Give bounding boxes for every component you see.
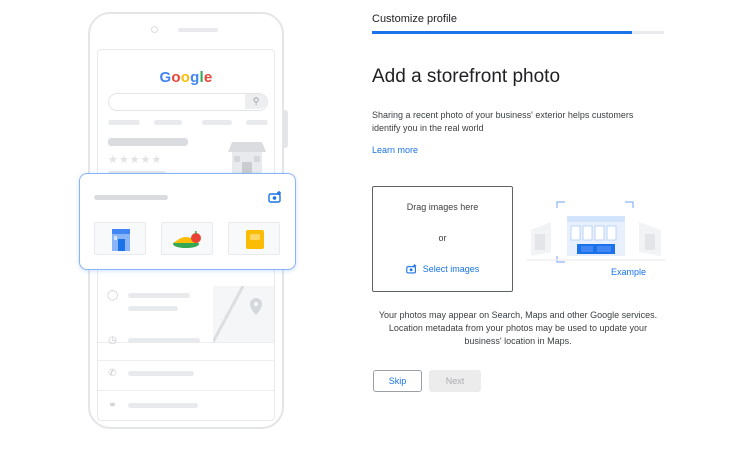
step-label: Customize profile	[372, 13, 457, 25]
page-description: Sharing a recent photo of your business'…	[372, 110, 634, 133]
storefront-thumb	[94, 222, 146, 255]
illustration-searchbar: ⚲	[108, 93, 268, 111]
phone-side-button	[284, 110, 288, 148]
image-dropzone[interactable]: Drag images here or Select images	[372, 186, 513, 292]
learn-more-link[interactable]: Learn more	[372, 145, 418, 155]
phone-speaker	[178, 28, 218, 32]
placeholder-line	[128, 338, 200, 343]
privacy-notice: Your photos may appear on Search, Maps a…	[378, 310, 658, 346]
next-button[interactable]: Next	[429, 370, 481, 392]
food-thumb	[161, 222, 213, 255]
logo-letter: G	[159, 69, 172, 86]
placeholder-line	[94, 195, 168, 200]
select-images-label: Select images	[422, 264, 480, 274]
placeholder-line	[154, 120, 182, 125]
or-text: or	[438, 233, 447, 243]
product-thumb	[228, 222, 280, 255]
logo-letter: e	[203, 69, 213, 86]
google-logo: Google	[98, 69, 274, 86]
placeholder-line	[108, 138, 188, 146]
placeholder-line	[128, 306, 178, 311]
progress-fill	[372, 31, 632, 34]
divider	[98, 390, 274, 391]
logo-letter: g	[190, 69, 200, 86]
add-photo-icon	[268, 191, 281, 203]
mini-map	[213, 286, 274, 342]
location-pin-icon: ◯	[107, 290, 119, 301]
logo-letter: o	[171, 69, 181, 86]
rating-stars-icon: ★★★★★	[108, 154, 163, 166]
photo-popup-card	[79, 173, 296, 270]
placeholder-line	[108, 120, 140, 125]
placeholder-line	[246, 120, 268, 125]
phone-camera	[151, 26, 158, 33]
placeholder-line	[128, 371, 194, 376]
search-icon: ⚲	[245, 94, 267, 109]
phone-icon: ✆	[108, 368, 117, 379]
select-images-button[interactable]: Select images	[373, 264, 512, 274]
placeholder-line	[128, 403, 198, 408]
globe-icon: ⚭	[108, 400, 117, 411]
skip-button[interactable]: Skip	[373, 370, 422, 392]
page-title: Add a storefront photo	[372, 66, 561, 87]
example-label: Example	[611, 267, 647, 277]
placeholder-line	[128, 293, 190, 298]
clock-icon: ◷	[108, 335, 117, 346]
drag-images-text: Drag images here	[406, 202, 479, 212]
placeholder-line	[202, 120, 232, 125]
add-photo-icon	[405, 264, 416, 274]
logo-letter: o	[180, 69, 191, 86]
progress-bar	[372, 31, 664, 34]
divider	[98, 360, 274, 361]
